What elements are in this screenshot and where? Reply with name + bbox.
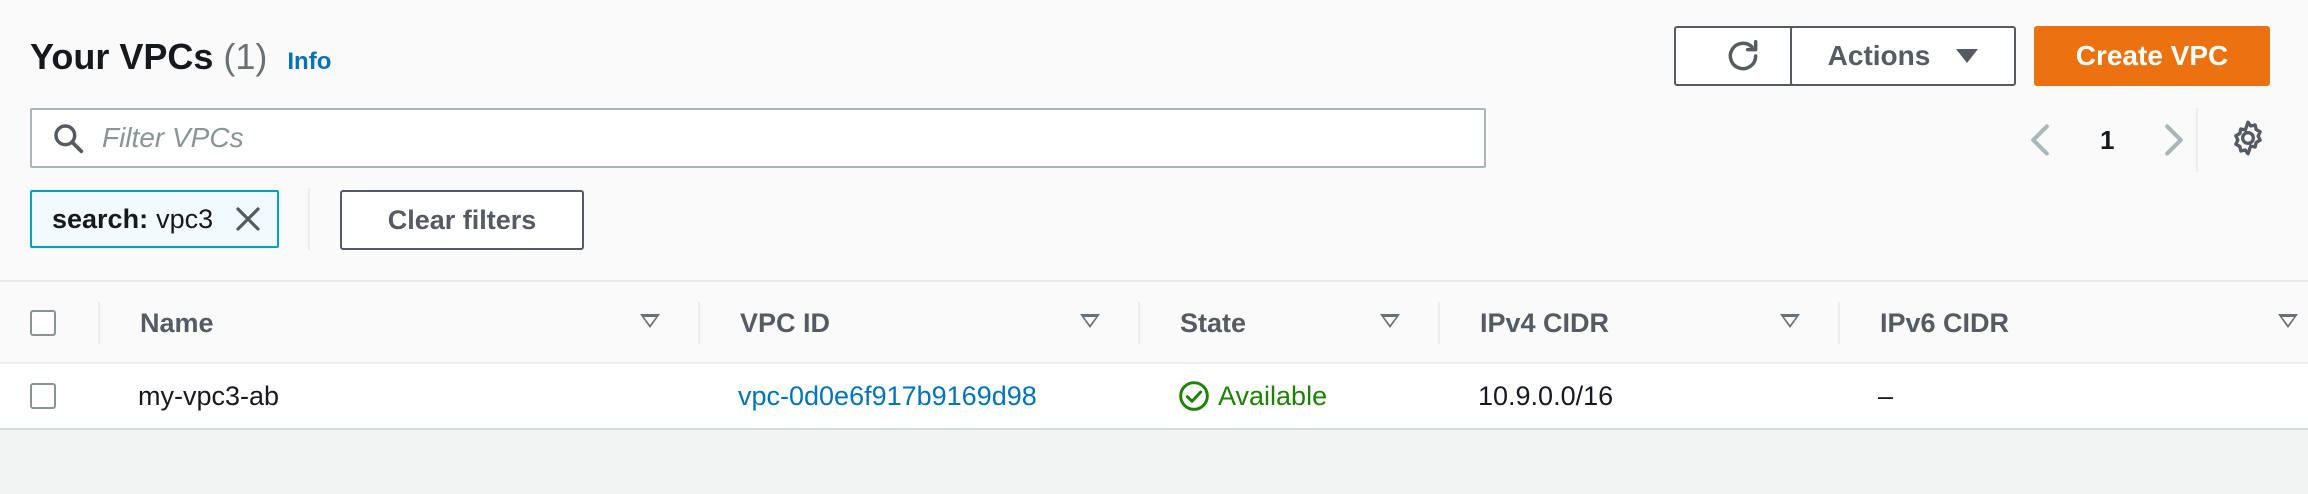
column-header-vpc-id[interactable]: VPC ID (740, 282, 830, 364)
settings-gear-icon[interactable] (2228, 118, 2268, 158)
vpc-count: (1) (223, 36, 268, 77)
sort-icon[interactable] (2278, 314, 2298, 328)
current-page[interactable]: 1 (2100, 125, 2114, 156)
actions-label: Actions (1827, 40, 1931, 71)
filter-token: search: vpc3 (30, 190, 280, 248)
pagination: 1 (2020, 116, 2194, 164)
create-vpc-label: Create VPC (2075, 40, 2229, 71)
ipv6-cidr: – (1878, 380, 1894, 411)
vpc-name: my-vpc3-ab (138, 380, 280, 411)
search-icon (54, 124, 84, 154)
divider (308, 188, 310, 250)
sort-icon[interactable] (1080, 314, 1100, 328)
column-divider[interactable] (1138, 302, 1140, 344)
column-divider[interactable] (698, 302, 700, 344)
actions-dropdown[interactable]: Actions (1790, 26, 2016, 86)
state-label: Available (1218, 380, 1328, 411)
next-page-button[interactable] (2154, 116, 2194, 164)
divider (2196, 108, 2198, 172)
chevron-right-icon (2165, 124, 2184, 156)
column-header-ipv6-cidr[interactable]: IPv6 CIDR (1880, 282, 2009, 364)
row-checkbox[interactable] (30, 383, 56, 409)
clear-filters-label: Clear filters (387, 204, 537, 235)
ipv4-cidr: 10.9.0.0/16 (1478, 380, 1614, 411)
prev-page-button[interactable] (2020, 116, 2060, 164)
clear-filters-button[interactable]: Clear filters (340, 190, 584, 250)
vpc-panel: Your VPCs (1) Info Actions Create VPC 1 (0, 0, 2308, 430)
column-divider[interactable] (1438, 302, 1440, 344)
column-divider[interactable] (1838, 302, 1840, 344)
sort-icon[interactable] (1380, 314, 1400, 328)
filter-box (30, 108, 1486, 168)
page-title: Your VPCs (30, 36, 214, 77)
column-header-state[interactable]: State (1180, 282, 1246, 364)
filter-token-value: vpc3 (156, 203, 214, 234)
close-icon[interactable] (233, 204, 263, 234)
chevron-left-icon (2031, 124, 2049, 156)
sort-icon[interactable] (640, 314, 660, 328)
refresh-icon (1728, 40, 1758, 71)
create-vpc-button[interactable]: Create VPC (2034, 26, 2270, 86)
column-header-name[interactable]: Name (140, 282, 214, 364)
sort-icon[interactable] (1780, 314, 1800, 328)
header: Your VPCs (1) Info (30, 36, 331, 78)
table-header: Name VPC ID State IPv4 CIDR IPv6 CIDR (0, 280, 2308, 364)
check-circle-icon (1179, 381, 1209, 411)
column-header-ipv4-cidr[interactable]: IPv4 CIDR (1480, 282, 1609, 364)
filter-token-key: search: (52, 203, 149, 234)
column-divider (98, 302, 100, 344)
filter-input[interactable] (100, 121, 1454, 155)
select-all-checkbox[interactable] (30, 310, 56, 336)
table-row[interactable]: my-vpc3-ab vpc-0d0e6f917b9169d98 Availab… (0, 364, 2308, 428)
vpc-state: Available (1178, 364, 1327, 428)
vpc-id-link[interactable]: vpc-0d0e6f917b9169d98 (738, 364, 1037, 428)
info-link[interactable]: Info (287, 48, 331, 76)
caret-down-icon (1956, 49, 1979, 63)
